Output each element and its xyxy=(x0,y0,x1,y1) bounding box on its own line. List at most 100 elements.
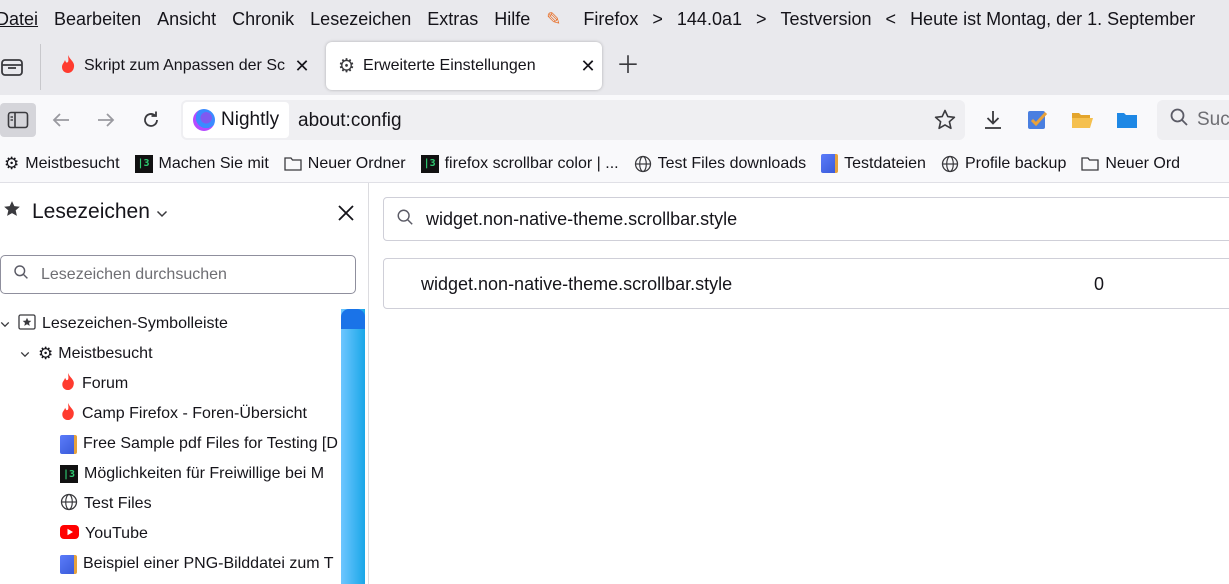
tab-close-button[interactable]: ✕ xyxy=(574,56,602,77)
tree-item-label: Test Files xyxy=(84,495,152,512)
sidebar-header[interactable]: Lesezeichen xyxy=(0,199,168,225)
search-icon xyxy=(396,208,414,231)
folder-button[interactable] xyxy=(1110,103,1144,137)
globe-icon xyxy=(941,155,959,173)
tree-item-png-beispiel[interactable]: Beispiel einer PNG-Bilddatei zum T xyxy=(60,549,333,579)
tree-item-label: Meistbesucht xyxy=(58,345,153,362)
forward-button[interactable] xyxy=(89,103,123,137)
tree-item-label: Free Sample pdf Files for Testing [D xyxy=(83,435,338,452)
version-info-sep1: > xyxy=(652,8,663,29)
gear-icon: ⚙ xyxy=(4,153,20,173)
tab-close-button[interactable]: ✕ xyxy=(288,56,316,77)
pencil-icon[interactable]: ✎ xyxy=(546,9,561,30)
gear-icon: ⚙ xyxy=(338,55,356,77)
tree-item-label: Lesezeichen-Symbolleiste xyxy=(42,315,228,332)
download-icon xyxy=(985,111,1001,129)
tree-item-test-files[interactable]: Test Files xyxy=(60,489,152,519)
tree-item-label: Beispiel einer PNG-Bilddatei zum T xyxy=(83,555,334,572)
version-info-sep3: < xyxy=(885,8,897,29)
menu-lesezeichen[interactable]: Lesezeichen xyxy=(310,9,411,30)
new-tab-button[interactable]: ＋ xyxy=(616,54,640,78)
tree-item-label: Forum xyxy=(82,375,129,392)
tree-item-free-sample-pdf[interactable]: Free Sample pdf Files for Testing [D xyxy=(60,429,338,459)
book-icon xyxy=(821,154,839,173)
tree-item-forum[interactable]: Forum xyxy=(60,369,128,399)
search-icon xyxy=(1169,107,1189,133)
menu-bearbeiten[interactable]: Bearbeiten xyxy=(54,9,141,30)
bookmarks-sidebar: Lesezeichen Lesezeichen durchsuchen Lese… xyxy=(0,183,369,584)
version-info-firefox: Firefox xyxy=(583,8,639,29)
version-info-date: Heute ist Montag, der 1. September xyxy=(910,8,1196,29)
youtube-icon xyxy=(60,524,79,544)
nav-bar: Nightly about:config Such xyxy=(0,95,1229,145)
chevron-down-icon xyxy=(0,315,10,333)
sidebar-scrollbar-thumb[interactable] xyxy=(341,309,365,329)
identity-label: Nightly xyxy=(221,109,280,130)
extension-button[interactable] xyxy=(1020,103,1054,137)
sidebar-close-button[interactable] xyxy=(336,203,356,228)
bookmark-profile-backup[interactable]: Profile backup xyxy=(941,155,1066,173)
bookmark-search-input[interactable]: Lesezeichen durchsuchen xyxy=(0,255,356,294)
preference-search-input[interactable]: widget.non-native-theme.scrollbar.style xyxy=(383,197,1229,241)
menu-hilfe[interactable]: Hilfe xyxy=(494,9,530,30)
chevron-down-icon xyxy=(156,200,168,224)
downloads-button[interactable] xyxy=(976,103,1010,137)
bookmark-label: Testdateien xyxy=(844,154,926,172)
book-icon xyxy=(60,434,77,454)
bookmark-test-files-downloads[interactable]: Test Files downloads xyxy=(634,155,806,173)
tree-item-youtube[interactable]: YouTube xyxy=(60,519,148,549)
github-icon: |3 xyxy=(134,154,153,173)
preference-value[interactable]: 0 xyxy=(1094,274,1104,295)
bookmark-meistbesucht[interactable]: ⚙ Meistbesucht xyxy=(4,154,120,174)
chevron-down-icon xyxy=(20,345,30,363)
search-placeholder: Such xyxy=(1197,109,1229,130)
github-icon: |3 xyxy=(60,465,78,483)
bookmark-label: Machen Sie mit xyxy=(158,154,269,172)
tree-item-label: Camp Firefox - Foren-Übersicht xyxy=(82,405,307,422)
tab-skript[interactable]: Skript zum Anpassen der Sc ✕ xyxy=(48,42,316,90)
tree-item-symbolleiste[interactable]: Lesezeichen-Symbolleiste xyxy=(0,309,228,339)
firefox-view-icon xyxy=(1,59,23,76)
menu-ansicht[interactable]: Ansicht xyxy=(157,9,216,30)
identity-box[interactable]: Nightly xyxy=(183,102,289,138)
tree-item-moeglichkeiten[interactable]: |3 Möglichkeiten für Freiwillige bei M xyxy=(60,459,324,489)
gear-icon: ⚙ xyxy=(38,344,54,363)
arrow-left-icon xyxy=(52,113,69,127)
tree-item-camp-firefox[interactable]: Camp Firefox - Foren-Übersicht xyxy=(60,399,307,429)
back-button[interactable] xyxy=(44,103,78,137)
bookmark-firefox-scrollbar-color[interactable]: |3 firefox scrollbar color | ... xyxy=(420,154,619,173)
preference-row[interactable]: widget.non-native-theme.scrollbar.style … xyxy=(383,258,1229,309)
folder-open-button[interactable] xyxy=(1065,103,1099,137)
tab-erweiterte-einstellungen[interactable]: ⚙ Erweiterte Einstellungen ✕ xyxy=(326,42,602,90)
sidebar-scrollbar[interactable] xyxy=(341,309,365,584)
folder-icon xyxy=(1081,156,1099,171)
bookmark-toolbar-icon xyxy=(18,313,36,335)
bookmark-star-button[interactable] xyxy=(933,108,957,137)
menu-datei[interactable]: Datei xyxy=(0,9,38,30)
search-bar[interactable]: Such xyxy=(1157,100,1229,140)
tab-separator xyxy=(40,44,41,90)
bookmarks-toolbar: ⚙ Meistbesucht |3 Machen Sie mit Neuer O… xyxy=(0,145,1229,183)
validator-extension-icon xyxy=(1028,111,1048,129)
close-icon xyxy=(338,205,354,221)
folder-open-icon xyxy=(1072,113,1093,128)
tab-bar: Skript zum Anpassen der Sc ✕ ⚙ Erweitert… xyxy=(0,38,1229,95)
url-bar[interactable]: Nightly about:config xyxy=(181,100,965,140)
url-input[interactable]: about:config xyxy=(298,110,402,132)
search-value: widget.non-native-theme.scrollbar.style xyxy=(426,208,738,229)
bookmark-tree: Lesezeichen-Symbolleiste ⚙ Meistbesucht … xyxy=(0,309,340,584)
menu-chronik[interactable]: Chronik xyxy=(232,9,294,30)
bookmark-neuer-ordner-2[interactable]: Neuer Ord xyxy=(1081,155,1180,173)
bookmark-machen-sie-mit[interactable]: |3 Machen Sie mit xyxy=(134,154,269,173)
firefox-view-button[interactable] xyxy=(0,56,24,78)
menu-extras[interactable]: Extras xyxy=(427,9,478,30)
tree-item-meistbesucht[interactable]: ⚙ Meistbesucht xyxy=(20,339,153,369)
bookmark-testdateien[interactable]: Testdateien xyxy=(821,154,926,173)
bookmark-neuer-ordner[interactable]: Neuer Ordner xyxy=(284,155,406,173)
sidebar-toggle-button[interactable] xyxy=(0,103,36,137)
version-info-number: 144.0a1 xyxy=(676,8,742,29)
bookmark-label: firefox scrollbar color | ... xyxy=(444,154,619,172)
reload-button[interactable] xyxy=(134,103,168,137)
tab-title: Erweiterte Einstellungen xyxy=(363,57,536,74)
about-config-page: widget.non-native-theme.scrollbar.style … xyxy=(369,183,1229,584)
